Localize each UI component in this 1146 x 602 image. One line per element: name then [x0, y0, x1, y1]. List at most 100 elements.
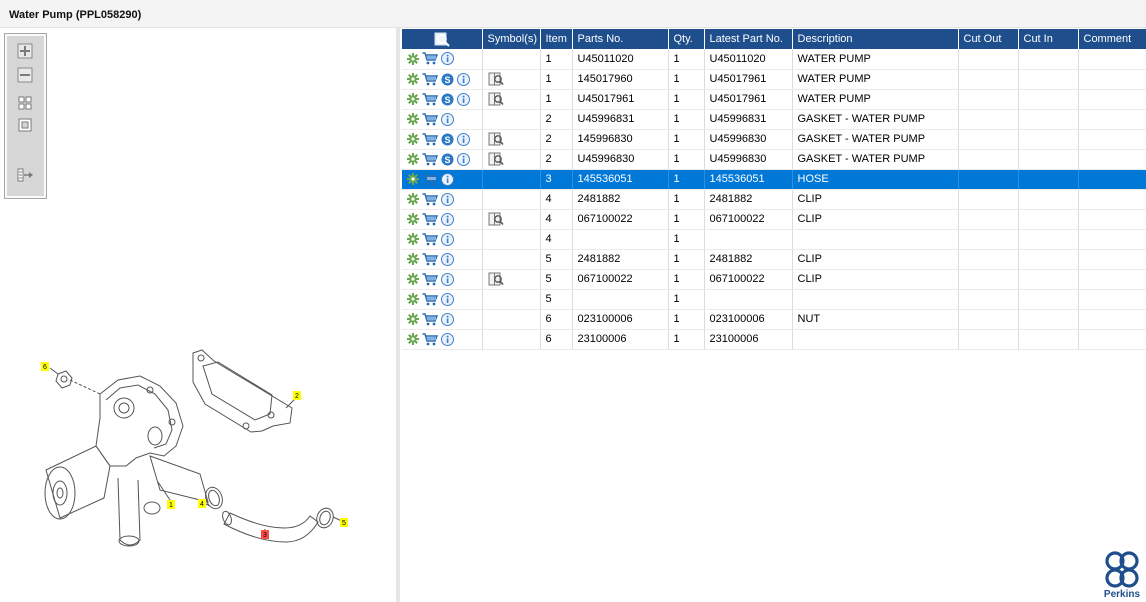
cart-icon[interactable] — [422, 212, 438, 226]
gear-icon[interactable] — [407, 333, 419, 345]
column-header-symbols[interactable]: Symbol(s) — [482, 29, 541, 49]
gear-icon[interactable] — [407, 313, 419, 325]
clip-4-shape — [205, 486, 223, 510]
info-icon[interactable] — [457, 132, 470, 146]
qty-cell: 1 — [668, 289, 705, 310]
cut-in-cell — [1018, 209, 1079, 230]
gear-icon[interactable] — [407, 233, 419, 245]
book-magnifier-icon[interactable] — [488, 152, 504, 166]
latest-part-no-cell: 2481882 — [704, 189, 793, 210]
table-row[interactable]: 3 145536051 1 145536051 HOSE — [402, 169, 1146, 190]
cart-icon[interactable] — [422, 72, 438, 86]
info-icon[interactable] — [457, 72, 470, 86]
table-row[interactable]: 6 23100006 1 23100006 — [402, 329, 1146, 350]
supersession-s-icon[interactable]: S — [441, 73, 454, 86]
table-row[interactable]: 5 067100022 1 067100022 CLIP — [402, 269, 1146, 290]
latest-part-no-cell: 2481882 — [704, 249, 793, 270]
description-cell — [792, 329, 959, 350]
svg-text:S: S — [444, 95, 450, 105]
cart-icon[interactable] — [422, 292, 438, 306]
info-icon[interactable] — [441, 332, 454, 346]
description-cell: WATER PUMP — [792, 49, 959, 70]
cart-icon[interactable] — [422, 52, 438, 65]
info-icon[interactable] — [441, 192, 454, 206]
cart-icon[interactable] — [422, 172, 438, 186]
book-magnifier-icon[interactable] — [488, 92, 504, 106]
table-row[interactable]: S 1 145017960 1 U45017961 WATER PUMP — [402, 69, 1146, 90]
info-icon[interactable] — [457, 92, 470, 106]
info-icon[interactable] — [441, 212, 454, 226]
gear-icon[interactable] — [407, 133, 419, 145]
column-header-latest-part-no[interactable]: Latest Part No. — [704, 29, 793, 49]
book-magnifier-icon[interactable] — [488, 72, 504, 86]
column-header-qty[interactable]: Qty. — [668, 29, 705, 49]
gear-icon[interactable] — [407, 293, 419, 305]
cart-icon[interactable] — [422, 92, 438, 106]
item-cell: 4 — [540, 209, 573, 230]
table-row[interactable]: 2 U45996831 1 U45996831 GASKET - WATER PUMP — [402, 109, 1146, 130]
illustration-pane[interactable]: 6 2 1 4 3 5 — [0, 28, 396, 602]
book-magnifier-icon[interactable] — [488, 132, 504, 146]
callout-4-label: 4 — [200, 501, 204, 508]
info-icon[interactable] — [441, 112, 454, 126]
gear-icon[interactable] — [407, 113, 419, 125]
column-header-parts-no[interactable]: Parts No. — [572, 29, 669, 49]
comment-cell — [1078, 229, 1146, 250]
cart-icon[interactable] — [422, 152, 438, 166]
info-icon[interactable] — [441, 52, 454, 66]
cart-icon[interactable] — [422, 132, 438, 146]
book-magnifier-icon[interactable] — [488, 212, 504, 226]
table-row[interactable]: S 2 U45996830 1 U45996830 GASKET - WATER PUMP — [402, 149, 1146, 170]
gear-icon[interactable] — [407, 93, 419, 105]
column-header-item[interactable]: Item — [540, 29, 573, 49]
description-cell: WATER PUMP — [792, 89, 959, 110]
column-header-comment[interactable]: Comment — [1078, 29, 1146, 49]
info-icon[interactable] — [441, 172, 454, 186]
callout-3-label: 3 — [263, 532, 267, 539]
gear-icon[interactable] — [407, 193, 419, 205]
gear-icon[interactable] — [407, 52, 419, 65]
cart-icon[interactable] — [422, 112, 438, 126]
table-row[interactable]: S 2 145996830 1 U45996830 GASKET - WATER PUMP — [402, 129, 1146, 150]
cart-icon[interactable] — [422, 312, 438, 326]
column-header-description[interactable]: Description — [792, 29, 959, 49]
column-header-find[interactable] — [402, 29, 483, 49]
row-actions — [402, 329, 483, 350]
row-actions — [402, 209, 483, 230]
gear-icon[interactable] — [407, 273, 419, 285]
cart-icon[interactable] — [422, 332, 438, 346]
cart-icon[interactable] — [422, 232, 438, 246]
info-icon[interactable] — [441, 292, 454, 306]
latest-part-no-cell — [704, 229, 793, 250]
supersession-s-icon[interactable]: S — [441, 133, 454, 146]
table-row[interactable]: 51 — [402, 289, 1146, 310]
table-row[interactable]: 41 — [402, 229, 1146, 250]
gear-icon[interactable] — [407, 253, 419, 265]
book-magnifier-icon[interactable] — [488, 272, 504, 286]
info-icon[interactable] — [441, 232, 454, 246]
info-icon[interactable] — [441, 252, 454, 266]
cart-icon[interactable] — [422, 272, 438, 286]
column-header-cut-in[interactable]: Cut In — [1018, 29, 1079, 49]
supersession-s-icon[interactable]: S — [441, 153, 454, 166]
info-icon[interactable] — [441, 312, 454, 326]
table-row[interactable]: 5 2481882 1 2481882 CLIP — [402, 249, 1146, 270]
cart-icon[interactable] — [422, 252, 438, 266]
supersession-s-icon[interactable]: S — [441, 93, 454, 106]
info-icon[interactable] — [441, 272, 454, 286]
gear-icon[interactable] — [407, 173, 419, 185]
gear-icon[interactable] — [407, 153, 419, 165]
cut-out-cell — [958, 289, 1019, 310]
table-row[interactable]: 4 2481882 1 2481882 CLIP — [402, 189, 1146, 210]
gear-icon[interactable] — [407, 73, 419, 85]
info-icon[interactable] — [457, 152, 470, 166]
parts-no-cell: U45017961 — [572, 89, 669, 110]
table-row[interactable]: 1 U45011020 1 U45011020 WATER PUMP — [402, 49, 1146, 70]
gear-icon[interactable] — [407, 213, 419, 225]
table-row[interactable]: 4 067100022 1 067100022 CLIP — [402, 209, 1146, 230]
cut-out-cell — [958, 309, 1019, 330]
cart-icon[interactable] — [422, 192, 438, 206]
table-row[interactable]: S 1 U45017961 1 U45017961 WATER PUMP — [402, 89, 1146, 110]
column-header-cut-out[interactable]: Cut Out — [958, 29, 1019, 49]
table-row[interactable]: 6 023100006 1 023100006 NUT — [402, 309, 1146, 330]
